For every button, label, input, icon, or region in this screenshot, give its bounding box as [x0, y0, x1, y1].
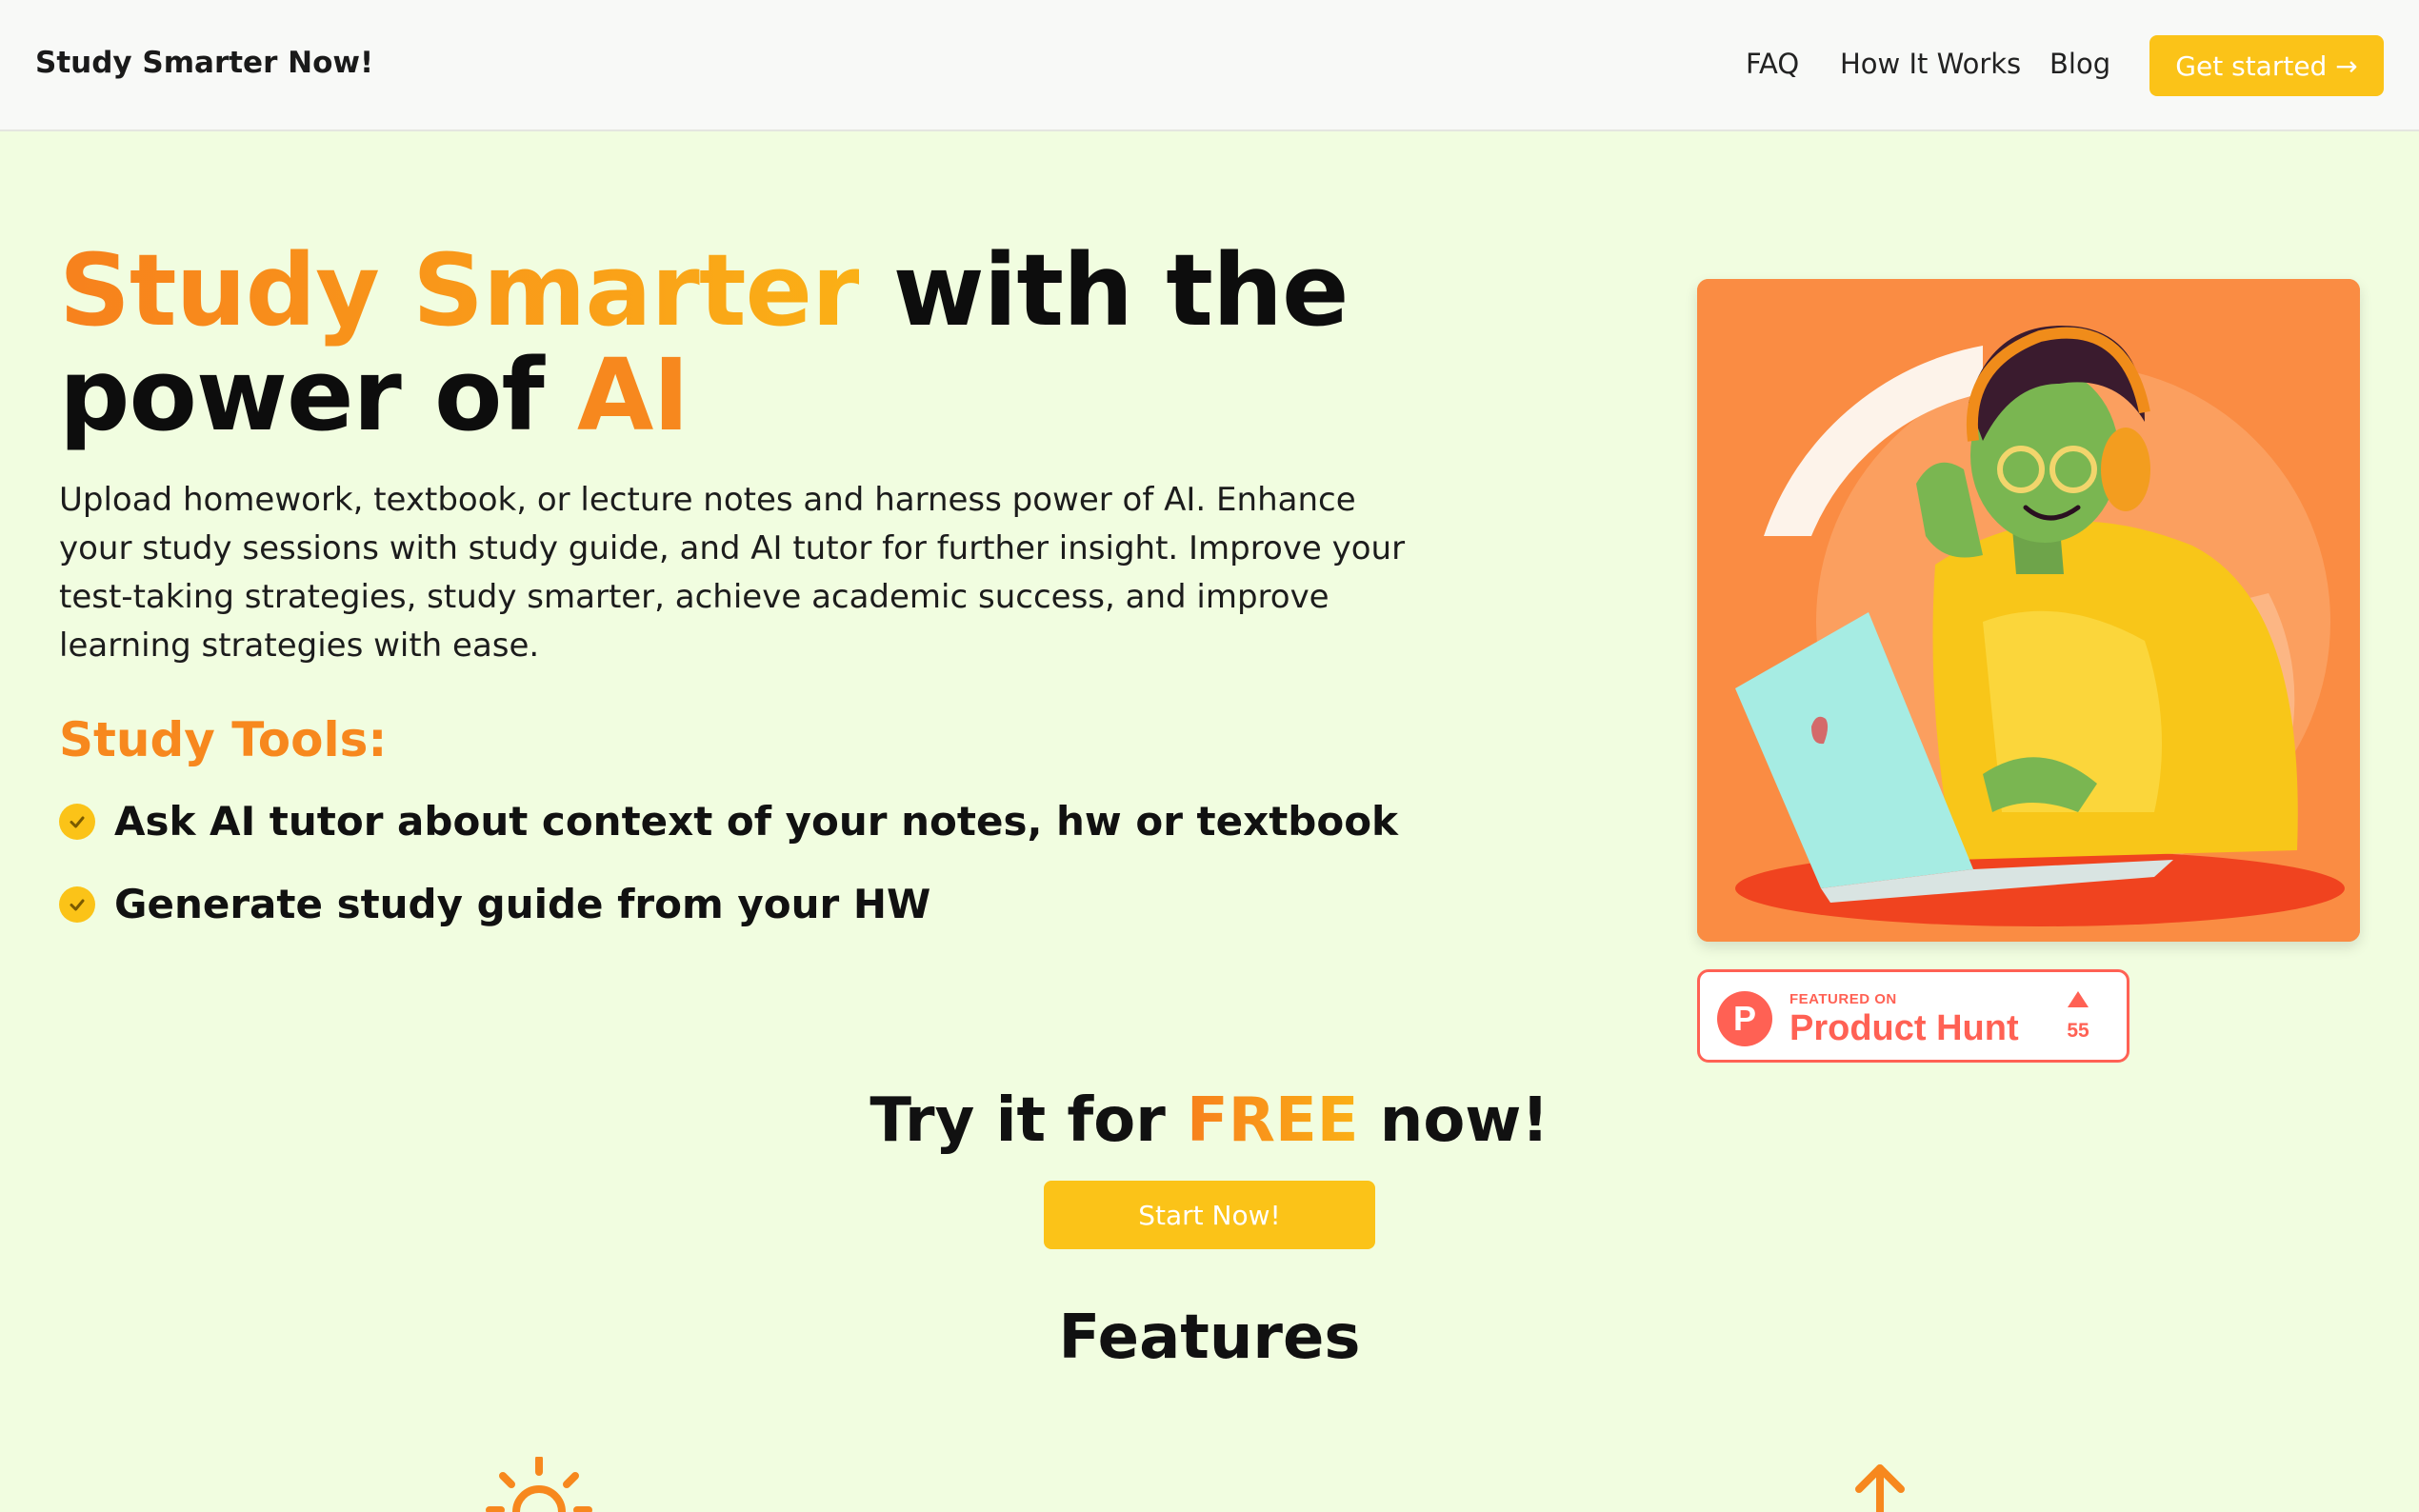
- hero-title-highlight: Study Smarter: [59, 232, 860, 348]
- hero-title-text: with the: [859, 232, 1349, 348]
- hero-title: Study Smarter with the power of AI: [59, 238, 1488, 448]
- get-started-button[interactable]: Get started →: [2149, 35, 2384, 96]
- product-hunt-logo-icon: P: [1717, 991, 1772, 1046]
- study-tools-heading: Study Tools:: [59, 712, 388, 767]
- try-heading-text: Try it for: [870, 1085, 1188, 1156]
- hero-description: Upload homework, textbook, or lecture no…: [59, 481, 1406, 665]
- try-free-heading: Try it for FREE now!: [0, 1085, 2419, 1156]
- product-hunt-badge[interactable]: P FEATURED ON Product Hunt 55: [1697, 969, 2129, 1063]
- try-heading-text-end: now!: [1358, 1085, 1549, 1156]
- brand-logo-text[interactable]: Study Smarter Now!: [35, 46, 373, 80]
- hero-title-text-line2: power of: [59, 337, 577, 453]
- try-heading-free: FREE: [1187, 1085, 1359, 1156]
- features-heading: Features: [1058, 1303, 1361, 1373]
- hero-illustration: [1697, 279, 2360, 942]
- sun-icon: [486, 1455, 592, 1512]
- tool-list-item: Generate study guide from your HW: [59, 881, 930, 927]
- check-circle-icon: [59, 885, 95, 923]
- tool-label: Generate study guide from your HW: [114, 881, 931, 927]
- tool-label: Ask AI tutor about context of your notes…: [114, 798, 1398, 845]
- nav-link-faq[interactable]: FAQ: [1746, 48, 1799, 80]
- product-hunt-featured-label: FEATURED ON: [1789, 991, 1897, 1007]
- product-hunt-name: Product Hunt: [1789, 1008, 2019, 1048]
- student-with-laptop-illustration: [1697, 279, 2360, 942]
- top-navbar: Study Smarter Now! FAQ How It Works Blog…: [0, 0, 2419, 131]
- nav-link-how-it-works[interactable]: How It Works: [1840, 48, 2021, 80]
- arrow-up-icon: [1853, 1462, 1907, 1512]
- upvote-arrow-icon: [2068, 991, 2089, 1007]
- upvote-count: 55: [2067, 1020, 2089, 1042]
- nav-link-blog[interactable]: Blog: [2049, 48, 2110, 80]
- check-circle-icon: [59, 803, 95, 840]
- start-now-button[interactable]: Start Now!: [1044, 1181, 1375, 1249]
- hero-title-ai: AI: [576, 337, 690, 453]
- tool-list-item: Ask AI tutor about context of your notes…: [59, 798, 1398, 845]
